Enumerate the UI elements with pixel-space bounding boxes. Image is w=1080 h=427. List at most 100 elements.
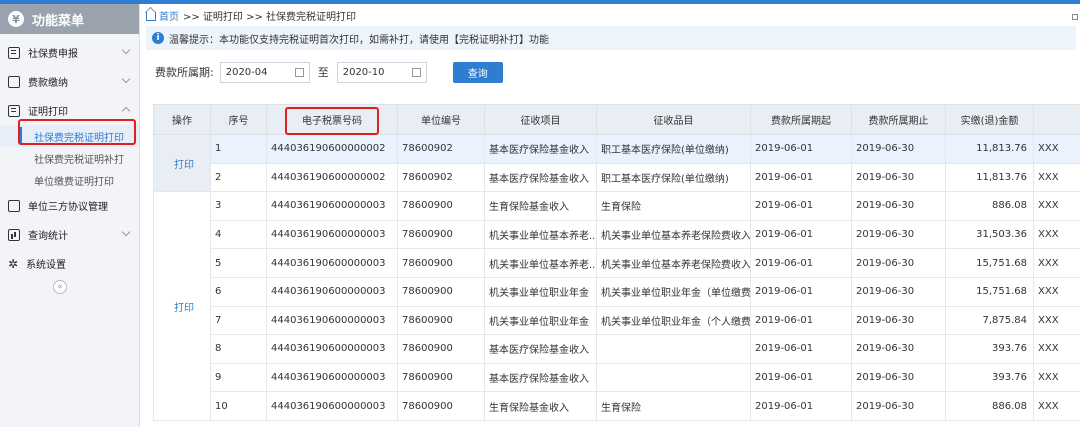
- col-header-end: 费款所属期止: [851, 104, 946, 135]
- unit-cell: 78600900: [397, 219, 485, 250]
- seq-cell: 10: [210, 391, 267, 421]
- collapse-sidebar-button[interactable]: «: [53, 280, 67, 294]
- unit-cell: 78600900: [397, 305, 485, 336]
- start-cell: 2019-06-01: [750, 191, 852, 221]
- ticket-cell: 444036190600000003: [266, 219, 398, 250]
- calendar-icon[interactable]: [411, 67, 421, 77]
- amount-cell: 15,751.68: [945, 276, 1034, 307]
- query-button[interactable]: 查询: [452, 61, 503, 83]
- col-header-op: 操作: [153, 104, 211, 135]
- unit-cell: 78600900: [397, 276, 485, 307]
- start-cell: 2019-06-01: [750, 305, 852, 336]
- sidebar-item-label: 证明打印: [28, 107, 68, 118]
- period-to-value: 2020-10: [342, 66, 385, 78]
- ticket-cell: 444036190600000003: [266, 391, 398, 421]
- period-to-input[interactable]: 2020-10: [336, 61, 427, 83]
- subitem-cell: 机关事业单位基本养老保险费收入...: [596, 219, 751, 250]
- seq-cell: 4: [210, 219, 267, 250]
- end-cell: 2019-06-30: [851, 191, 946, 221]
- certificate-icon: [8, 104, 20, 117]
- seq-cell: 1: [210, 134, 267, 164]
- period-from-input[interactable]: 2020-04: [219, 61, 310, 83]
- table-row[interactable]: 4 444036190600000003 78600900 机关事业单位基本养老...…: [154, 219, 1080, 250]
- table-row[interactable]: 9 444036190600000003 78600900 基本医疗保险基金收入 201…: [154, 362, 1080, 393]
- print-link[interactable]: 打印: [153, 133, 211, 193]
- start-cell: 2019-06-01: [750, 134, 852, 164]
- table-row[interactable]: 2 444036190600000002 78600902 基本医疗保险基金收入 职工基…: [154, 162, 1080, 193]
- sidebar-item-label: 查询统计: [28, 231, 68, 242]
- ticket-cell: 444036190600000003: [266, 362, 398, 393]
- table-row[interactable]: 6 444036190600000003 78600900 机关事业单位职业年金 机关事…: [154, 276, 1080, 307]
- sidebar-item-label: 费款缴纳: [28, 78, 68, 89]
- ticket-cell: 444036190600000003: [266, 305, 398, 336]
- unit-cell: 78600900: [397, 248, 485, 278]
- sidebar-subitem-tax-cert-reprint[interactable]: 社保费完税证明补打: [0, 147, 139, 169]
- item-cell: 机关事业单位职业年金: [484, 276, 597, 307]
- window-restore-icon[interactable]: [1072, 14, 1078, 20]
- col-header-amount: 实缴(退)金额: [945, 104, 1034, 135]
- ticket-cell: 444036190600000002: [266, 134, 398, 164]
- end-cell: 2019-06-30: [851, 362, 946, 393]
- seq-cell: 8: [210, 334, 267, 364]
- col-header-subitem: 征收品目: [596, 104, 751, 135]
- ticket-cell: 444036190600000003: [266, 191, 398, 221]
- filter-bar: 费款所属期: 2020-04 至 2020-10 查询: [141, 50, 1080, 94]
- results-table: 操作 序号 电子税票号码 单位编号 征收项目 征收品目 费款所属期起 费款所属期…: [153, 104, 1080, 421]
- table-row[interactable]: 10 444036190600000003 78600900 生育保险基金收入 生育保险…: [154, 391, 1080, 421]
- breadcrumb: 首页 >> 证明打印 >> 社保费完税证明打印: [141, 4, 1080, 26]
- period-label: 费款所属期:: [155, 66, 214, 79]
- breadcrumb-path: >> 证明打印 >> 社保费完税证明打印: [183, 11, 357, 23]
- col-header-main: 主: [1033, 104, 1080, 135]
- sidebar-title: 功能菜单: [32, 13, 85, 29]
- print-link[interactable]: 打印: [153, 191, 211, 421]
- chart-icon: [8, 228, 20, 241]
- start-cell: 2019-06-01: [750, 391, 852, 421]
- main-cell: XXX: [1033, 134, 1080, 164]
- table-row[interactable]: 7 444036190600000003 78600900 机关事业单位职业年金 机关事…: [154, 305, 1080, 336]
- item-cell: 基本医疗保险基金收入: [484, 134, 597, 164]
- info-icon: i: [152, 32, 164, 44]
- breadcrumb-home[interactable]: 首页: [159, 8, 179, 23]
- chevron-up-icon: [121, 106, 131, 116]
- gear-icon: ✲: [8, 256, 19, 271]
- item-cell: 基本医疗保险基金收入: [484, 162, 597, 193]
- col-header-item: 征收项目: [484, 104, 597, 135]
- unit-cell: 78600900: [397, 191, 485, 221]
- col-header-seq: 序号: [210, 104, 267, 135]
- table-row[interactable]: 8 444036190600000003 78600900 基本医疗保险基金收入 201…: [154, 334, 1080, 364]
- home-icon: [146, 12, 156, 21]
- start-cell: 2019-06-01: [750, 162, 852, 193]
- start-cell: 2019-06-01: [750, 334, 852, 364]
- seq-cell: 5: [210, 248, 267, 278]
- sidebar-item-settings[interactable]: ✲ 系统设置: [0, 249, 139, 278]
- start-cell: 2019-06-01: [750, 362, 852, 393]
- amount-cell: 15,751.68: [945, 248, 1034, 278]
- table-row[interactable]: 打印 1 444036190600000002 78600902 基本医疗保险基金收入职…: [153, 133, 1080, 193]
- amount-cell: 393.76: [945, 362, 1034, 393]
- ticket-cell: 444036190600000002: [266, 162, 398, 193]
- chevron-down-icon: [121, 45, 131, 55]
- table-row[interactable]: 打印 3 444036190600000003 78600900 生育保险基金收入 生育保…: [153, 191, 1080, 421]
- sidebar-item-agreement[interactable]: 单位三方协议管理: [0, 191, 139, 220]
- sidebar-subitem-unit-cert-print[interactable]: 单位缴费证明打印: [0, 169, 139, 191]
- highlight-box-menu: [18, 119, 136, 145]
- table-row[interactable]: 5 444036190600000003 78600900 机关事业单位基本养老...…: [154, 248, 1080, 278]
- end-cell: 2019-06-30: [851, 219, 946, 250]
- highlight-box-ticket-header: [285, 107, 379, 135]
- period-from-value: 2020-04: [225, 66, 268, 78]
- sidebar-item-stats[interactable]: 查询统计: [0, 220, 139, 249]
- seq-cell: 9: [210, 362, 267, 393]
- amount-cell: 11,813.76: [945, 134, 1034, 164]
- main-cell: XXX: [1033, 191, 1080, 221]
- sidebar-item-declare[interactable]: 社保费申报: [0, 38, 139, 67]
- sidebar-item-payment[interactable]: 费款缴纳: [0, 67, 139, 96]
- calendar-icon[interactable]: [294, 67, 304, 77]
- subitem-cell: [596, 334, 751, 364]
- subitem-cell: 机关事业单位职业年金（单位缴费...: [596, 276, 751, 307]
- sidebar: ¥ 功能菜单 社保费申报 费款缴纳 证明打印 社保费完税证明打印 社保费完税证明…: [0, 4, 140, 427]
- item-cell: 机关事业单位基本养老...: [484, 219, 597, 250]
- unit-cell: 78600902: [397, 162, 485, 193]
- main-cell: XXX: [1033, 334, 1080, 364]
- amount-cell: 886.08: [945, 391, 1034, 421]
- results-table-wrap[interactable]: 操作 序号 电子税票号码 单位编号 征收项目 征收品目 费款所属期起 费款所属期…: [153, 104, 1080, 427]
